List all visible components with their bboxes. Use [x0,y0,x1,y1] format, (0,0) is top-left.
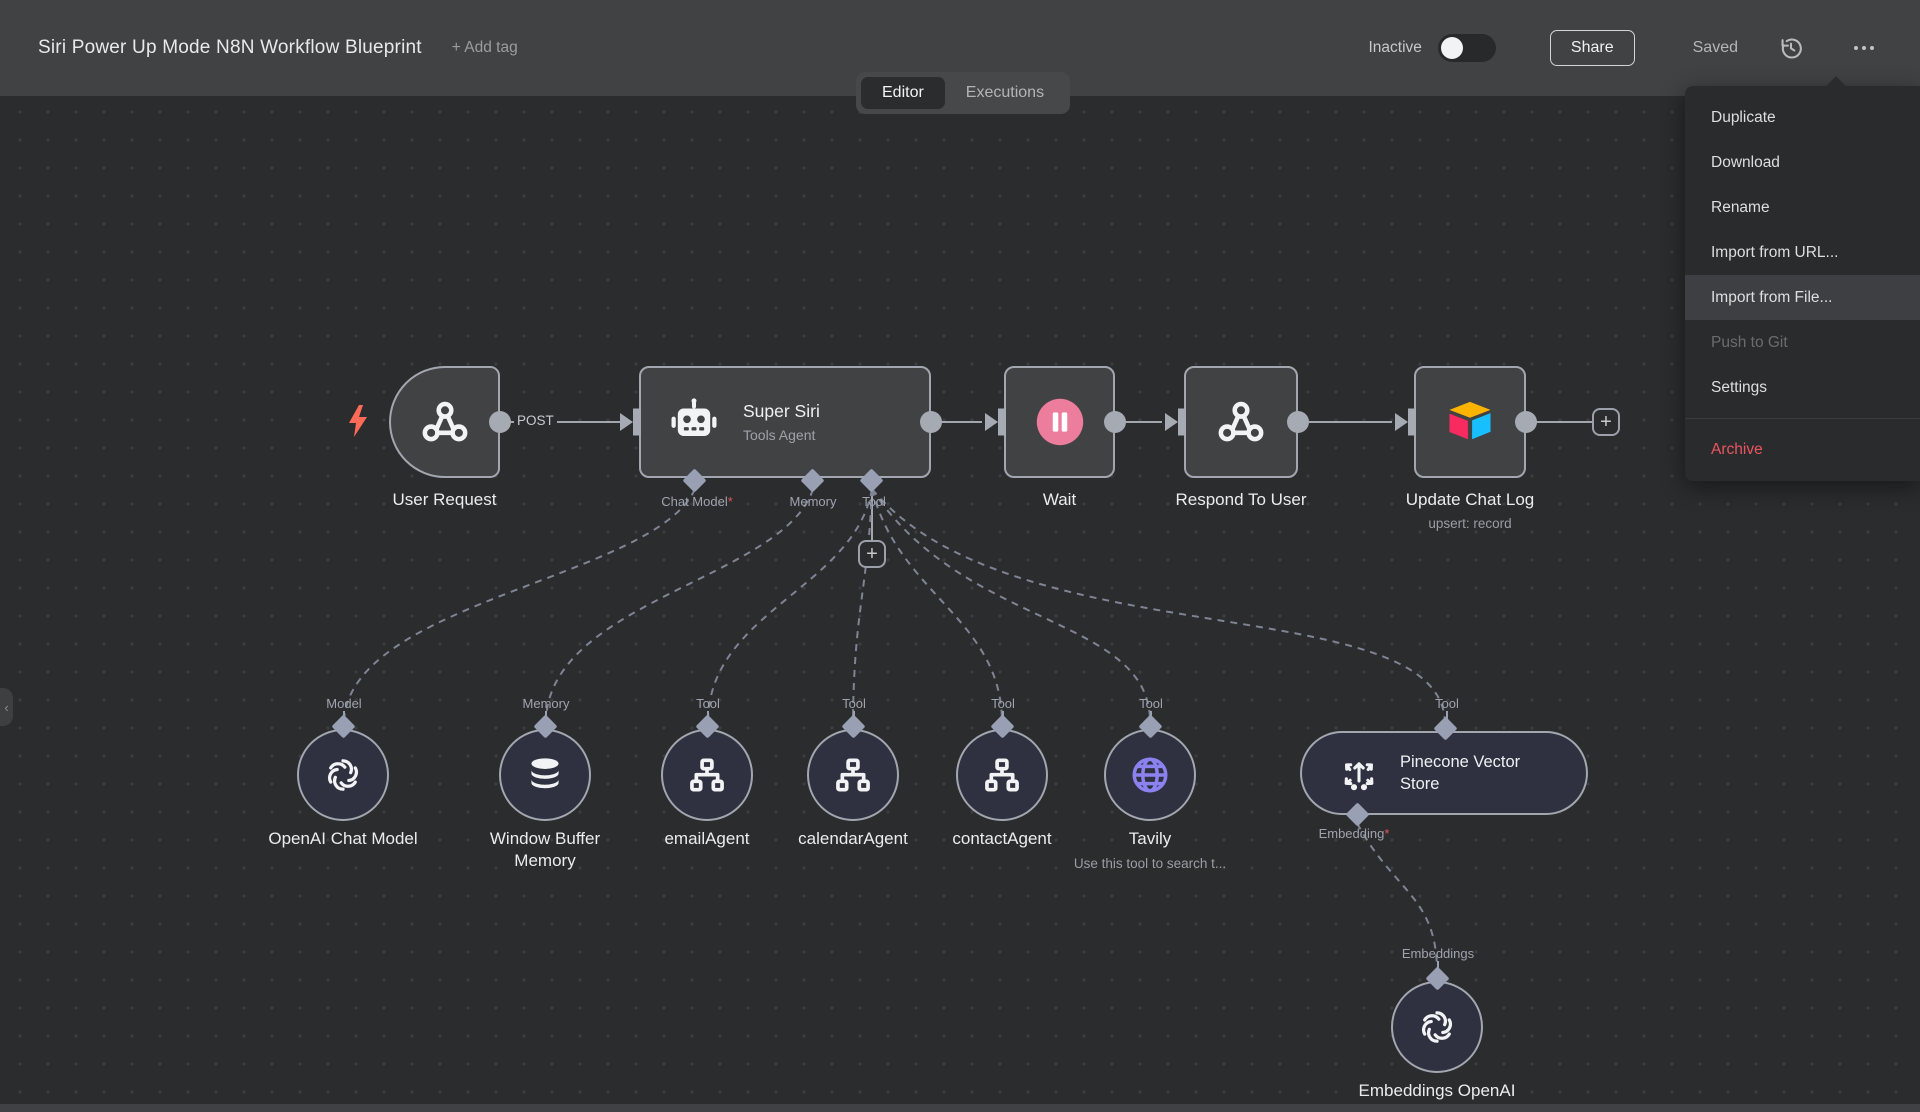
add-node-button[interactable]: + [1592,408,1620,436]
node-contact-agent[interactable] [956,729,1048,821]
node-user-request[interactable]: User Request [389,366,500,478]
menu-item-push-to-git: Push to Git [1685,320,1920,365]
port-label-tool: Tool [991,696,1015,711]
node-update-chat-log[interactable]: Update Chat Log upsert: record [1414,366,1526,478]
node-super-siri[interactable]: Super Siri Tools Agent [639,366,931,478]
pause-icon [1031,393,1089,451]
webhook-icon [419,396,471,448]
node-label: Respond To User [1175,490,1306,510]
menu-item-archive[interactable]: Archive [1685,427,1920,472]
sub-node-label: Embeddings OpenAI [1327,1080,1547,1102]
input-arrow [1395,413,1408,431]
menu-item-settings[interactable]: Settings [1685,365,1920,410]
port-label-tool: Tool [1139,696,1163,711]
node-label: User Request [393,490,497,510]
node-label: Wait [1043,490,1076,510]
openai-knot-icon [1414,1004,1460,1050]
node-title: Super Siri [743,401,820,422]
sitemap-icon [686,754,728,796]
history-icon[interactable] [1776,33,1806,63]
add-tool-button[interactable]: + [858,540,886,568]
tab-editor[interactable]: Editor [861,77,945,109]
active-toggle[interactable] [1438,34,1496,62]
workflow-canvas[interactable]: User Request POST Super Siri Tools Agent [0,96,1920,1112]
openai-knot-icon [320,752,366,798]
node-respond-to-user[interactable]: Respond To User [1184,366,1298,478]
node-pinecone-vector-store[interactable]: Pinecone Vector Store [1300,731,1588,815]
workflow-title[interactable]: Siri Power Up Mode N8N Workflow Blueprin… [38,37,422,59]
port-label-tool: Tool [862,494,886,509]
input-arrow [620,413,633,431]
port-label-model: Model [326,696,361,711]
port-label-tool: Tool [1435,696,1459,711]
workflow-options-menu: Duplicate Download Rename Import from UR… [1685,86,1920,481]
sub-node-label: OpenAI Chat Model [233,828,453,850]
sub-node-label: Window Buffer Memory [460,828,630,872]
tab-executions[interactable]: Executions [945,77,1065,109]
node-tavily[interactable] [1104,729,1196,821]
node-window-buffer-memory[interactable] [499,729,591,821]
port-label-embedding: Embedding* [1319,826,1390,841]
airtable-icon [1442,394,1498,450]
input-arrow [1165,413,1178,431]
saved-status: Saved [1693,39,1738,57]
sub-node-description: Use this tool to search t... [1074,856,1226,871]
port-label-memory: Memory [790,494,837,509]
sitemap-icon [981,754,1023,796]
sub-node-label: Tavily [1090,828,1210,850]
database-icon [523,753,567,797]
connections-layer [0,96,1920,1112]
menu-item-rename[interactable]: Rename [1685,185,1920,230]
output-connector[interactable] [1104,411,1126,433]
workflow-status-label: Inactive [1369,39,1422,57]
sub-node-label: Pinecone Vector Store [1400,751,1550,796]
sub-node-label: contactAgent [917,828,1087,850]
output-connector[interactable] [920,411,942,433]
input-connector[interactable] [998,409,1006,436]
lightning-bolt-icon [346,404,370,443]
pinecone-arrows-icon [1336,750,1382,796]
sub-node-label: calendarAgent [763,828,943,850]
toggle-knob [1441,37,1463,59]
port-label-embeddings: Embeddings [1402,946,1474,961]
node-embeddings-openai[interactable] [1391,981,1483,1073]
output-connector[interactable] [1287,411,1309,433]
node-operation-label: upsert: record [1428,516,1511,531]
input-connector[interactable] [1178,409,1186,436]
share-button[interactable]: Share [1550,30,1635,66]
sidebar-collapse-handle[interactable]: ‹ [0,688,13,726]
output-connector[interactable] [1515,411,1537,433]
input-arrow [985,413,998,431]
editor-executions-tabs: Editor Executions [856,72,1070,114]
port-label-tool: Tool [696,696,720,711]
input-connector[interactable] [633,409,641,436]
robot-icon [667,395,721,449]
top-bar-actions: Inactive Share Saved [1369,30,1883,66]
menu-divider [1685,418,1920,419]
port-label-memory: Memory [523,696,570,711]
output-connector[interactable] [489,411,511,433]
input-connector[interactable] [1408,409,1416,436]
connection-label-post: POST [514,413,557,428]
add-tag-button[interactable]: + Add tag [452,39,518,57]
webhook-respond-icon [1215,396,1267,448]
node-email-agent[interactable] [661,729,753,821]
node-wait[interactable]: Wait [1004,366,1115,478]
menu-item-download[interactable]: Download [1685,140,1920,185]
menu-item-duplicate[interactable]: Duplicate [1685,95,1920,140]
more-options-icon[interactable] [1846,33,1882,63]
port-label-tool: Tool [842,696,866,711]
node-subtitle: Tools Agent [743,427,820,443]
menu-item-import-url[interactable]: Import from URL... [1685,230,1920,275]
node-label: Update Chat Log [1406,490,1535,510]
canvas-bottom-edge [0,1104,1920,1112]
node-openai-chat-model[interactable] [297,729,389,821]
node-calendar-agent[interactable] [807,729,899,821]
sitemap-icon [832,754,874,796]
port-label-chat-model: Chat Model* [661,494,733,509]
menu-item-import-file[interactable]: Import from File... [1685,275,1920,320]
globe-icon [1128,753,1172,797]
